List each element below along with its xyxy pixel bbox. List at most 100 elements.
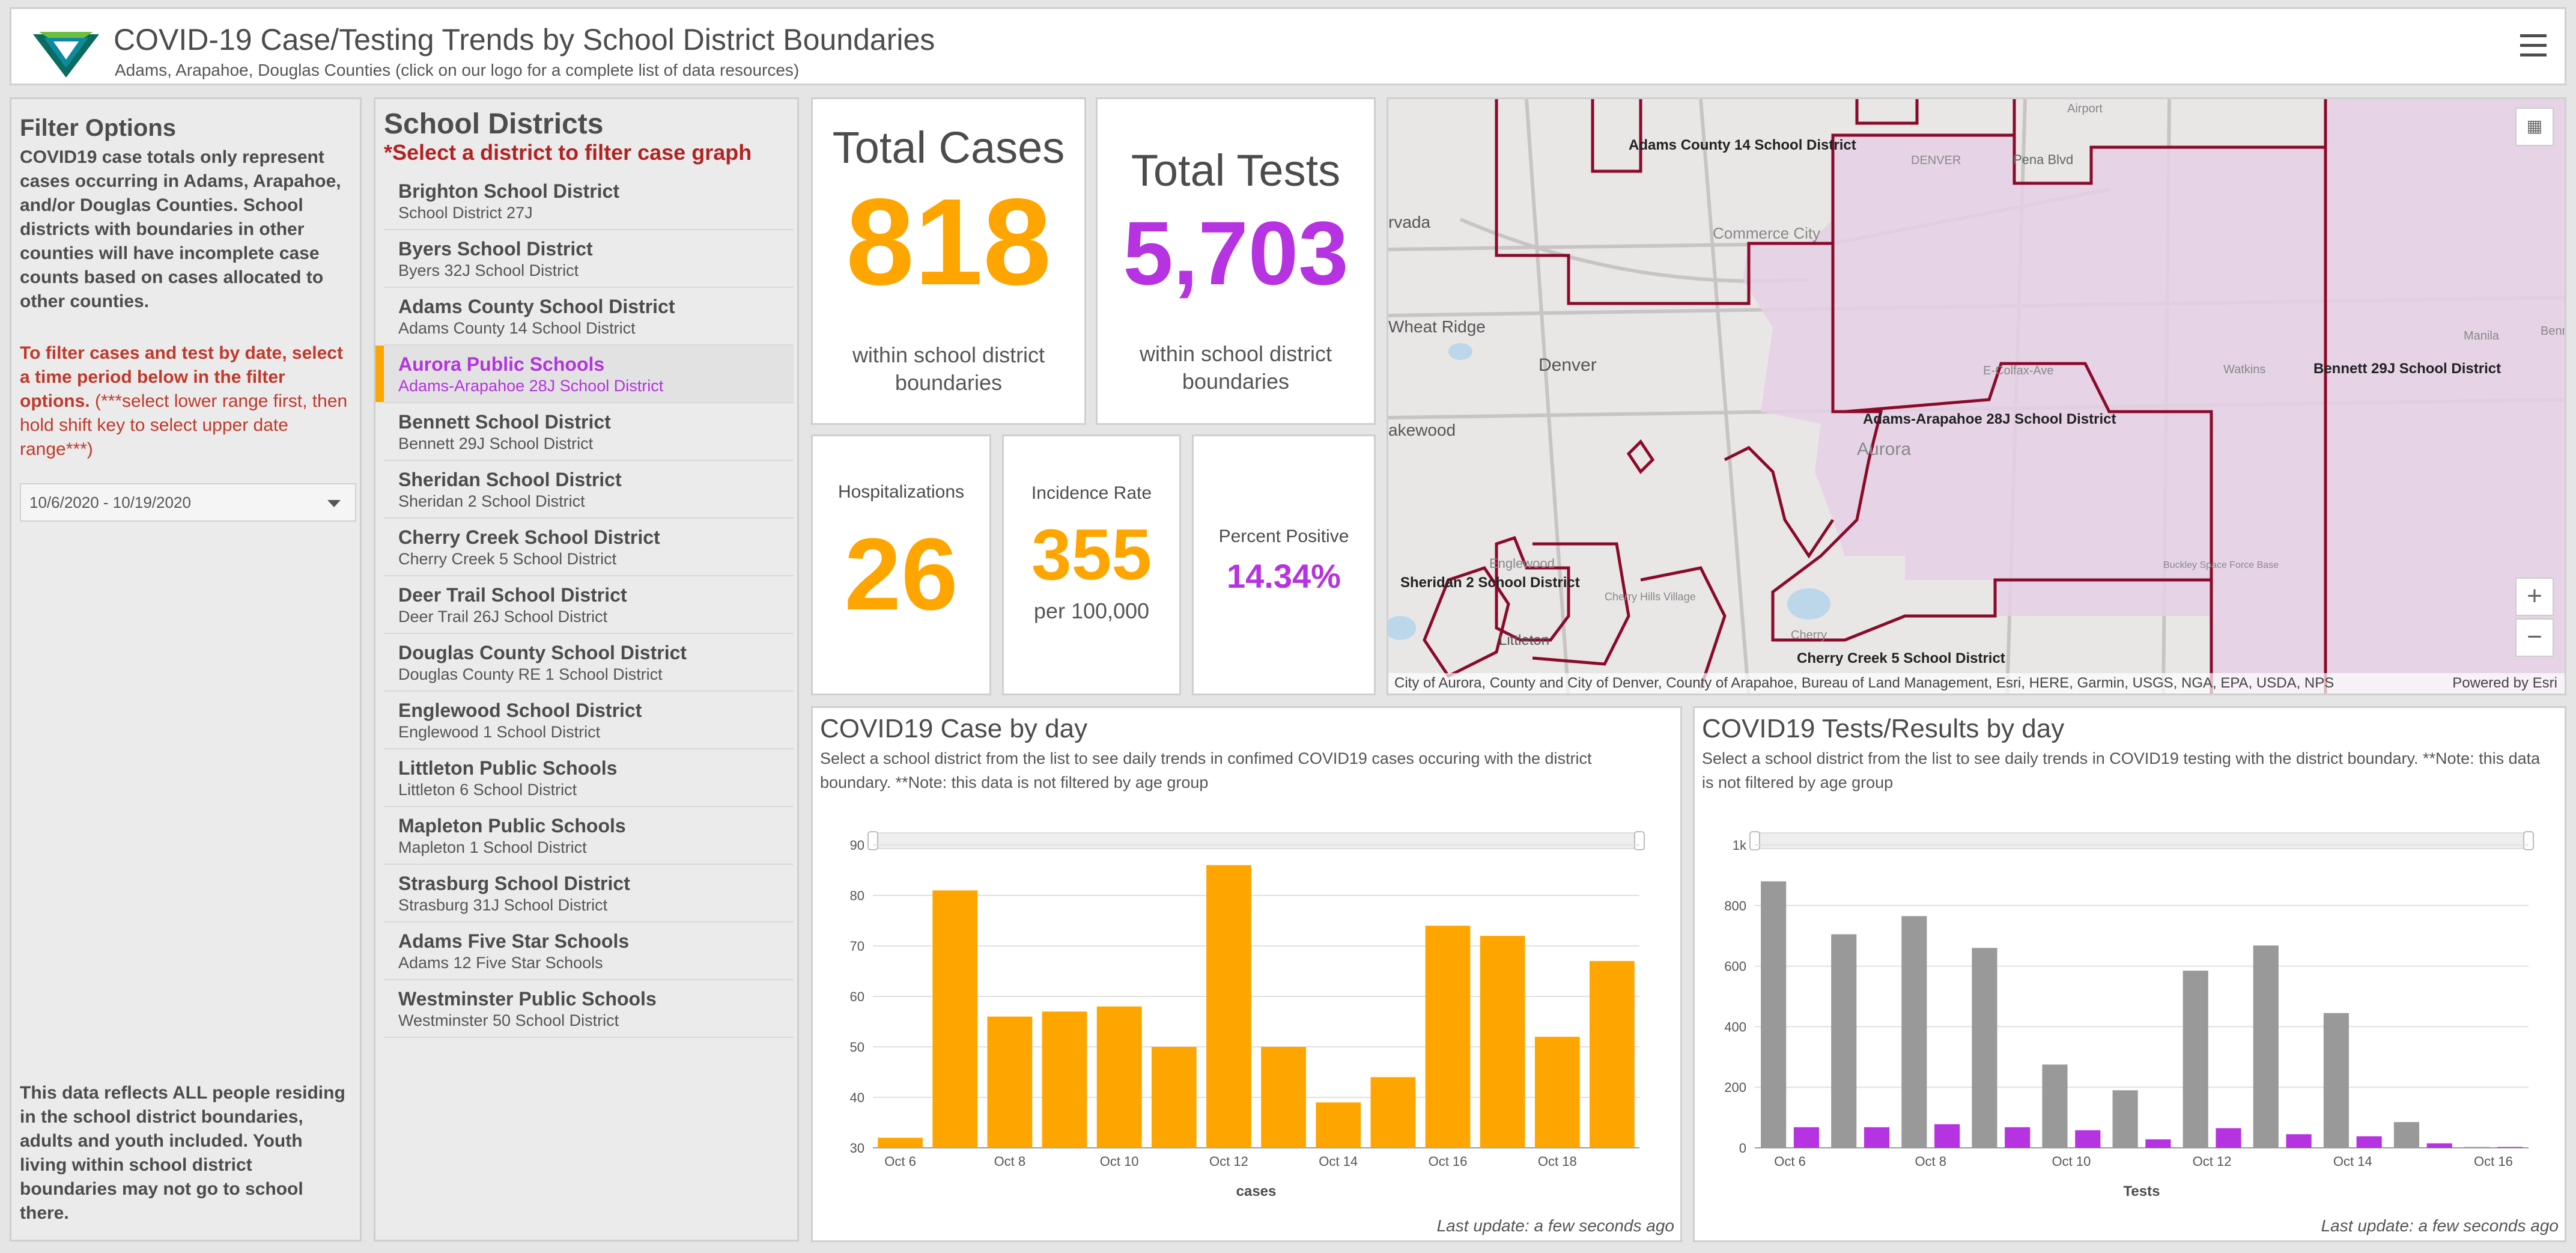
- district-item[interactable]: Brighton School District School District …: [384, 172, 794, 230]
- tests-chart-update: Last update: a few seconds ago: [2321, 1216, 2559, 1235]
- filter-title: Filter Options: [20, 115, 176, 141]
- district-item[interactable]: Westminster Public Schools Westminster 50…: [384, 980, 794, 1038]
- districts-title: School Districts: [384, 108, 604, 140]
- bar: [1096, 1006, 1142, 1148]
- map-powered-by[interactable]: Powered by Esri: [2452, 673, 2557, 694]
- x-tick-label: Oct 12: [1209, 1154, 1248, 1169]
- district-item[interactable]: Cherry Creek School District Cherry Creek…: [384, 519, 794, 576]
- tests-chart-panel: COVID19 Tests/Results by day Select a sc…: [1693, 706, 2566, 1242]
- district-item[interactable]: Deer Trail School District Deer Trail 26J…: [384, 576, 794, 634]
- total-tests-value: 5,703: [1123, 203, 1349, 303]
- district-subtitle: School District 27J: [398, 204, 533, 222]
- y-tick-label: 400: [1724, 1019, 1746, 1034]
- district-item[interactable]: Aurora Public Schools Adams-Arapahoe 28J …: [375, 346, 794, 403]
- incidence-rate-title: Incidence Rate: [1031, 483, 1152, 503]
- y-tick-label: 0: [1739, 1141, 1746, 1156]
- map-label-colfax: E-Colfax-Ave: [1983, 364, 2053, 377]
- district-map[interactable]: Adams County 14 School District Adams-Ar…: [1387, 97, 2566, 695]
- map-canvas[interactable]: Adams County 14 School District Adams-Ar…: [1388, 99, 2566, 695]
- district-item[interactable]: Byers School District Byers 32J School Di…: [384, 230, 794, 288]
- hamburger-menu-icon[interactable]: [2520, 34, 2547, 58]
- range-slider-handle[interactable]: [2523, 831, 2534, 850]
- range-slider-handle[interactable]: [867, 831, 878, 850]
- range-slider[interactable]: [1751, 832, 2533, 849]
- map-label-littleton: Littleton: [1499, 632, 1549, 648]
- tri-county-health-logo-icon[interactable]: [33, 26, 99, 78]
- app-header: COVID-19 Case/Testing Trends by School D…: [10, 7, 2566, 85]
- bar: [2393, 1122, 2420, 1148]
- map-label-denver-small: DENVER: [1911, 154, 1961, 167]
- district-subtitle: Englewood 1 School District: [398, 723, 601, 741]
- bar: [2253, 945, 2279, 1148]
- bar: [1425, 925, 1471, 1148]
- bar: [1972, 948, 1997, 1148]
- x-axis-label: Tests: [2124, 1183, 2160, 1200]
- map-label-adams14: Adams County 14 School District: [1629, 137, 1856, 153]
- district-item[interactable]: Bennett School District Bennett 29J Schoo…: [384, 403, 794, 461]
- filter-description: COVID19 case totals only represent cases…: [20, 147, 341, 311]
- district-subtitle: Littleton 6 School District: [398, 781, 577, 799]
- range-slider-handle[interactable]: [1634, 831, 1645, 850]
- x-tick-label: Oct 10: [2052, 1154, 2091, 1169]
- x-tick-label: Oct 10: [1100, 1154, 1139, 1169]
- school-districts-panel: School Districts *Select a district to f…: [374, 97, 799, 1242]
- incidence-rate-value: 355: [1031, 514, 1152, 595]
- percent-positive-title: Percent Positive: [1218, 526, 1349, 546]
- district-name: Brighton School District: [398, 180, 619, 202]
- map-label-airport: Airport: [2067, 102, 2103, 115]
- zoom-out-button[interactable]: −: [2515, 618, 2554, 657]
- map-label-aurora: Aurora: [1857, 439, 1911, 459]
- zoom-in-button[interactable]: +: [2515, 578, 2554, 616]
- district-name: Englewood School District: [398, 700, 642, 721]
- x-tick-label: Oct 8: [994, 1154, 1026, 1169]
- district-item[interactable]: Littleton Public Schools Littleton 6 Scho…: [384, 749, 794, 807]
- app-title: COVID-19 Case/Testing Trends by School D…: [114, 23, 935, 56]
- map-label-aurora28j: Adams-Arapahoe 28J School District: [1863, 411, 2116, 427]
- bar: [1316, 1102, 1361, 1148]
- map-label-arvada: rvada: [1388, 213, 1430, 231]
- total-cases-title: Total Cases: [832, 123, 1065, 172]
- district-item[interactable]: Sheridan School District Sheridan 2 Schoo…: [384, 461, 794, 519]
- bar: [1590, 961, 1635, 1148]
- district-item[interactable]: Douglas County School District Douglas Co…: [384, 634, 794, 692]
- district-name: Cherry Creek School District: [398, 526, 660, 548]
- bar: [1042, 1011, 1087, 1148]
- x-tick-label: Oct 8: [1915, 1154, 1946, 1169]
- incidence-rate-unit: per 100,000: [1033, 599, 1150, 623]
- total-tests-foot: within school district boundaries: [1139, 341, 1332, 394]
- bar: [1534, 1037, 1580, 1148]
- district-subtitle: Byers 32J School District: [398, 261, 579, 279]
- district-name: Bennett School District: [398, 411, 611, 433]
- x-tick-label: Oct 12: [2193, 1154, 2232, 1169]
- district-name: Byers School District: [398, 238, 593, 260]
- y-tick-label: 50: [850, 1040, 864, 1055]
- x-tick-label: Oct 14: [2333, 1154, 2372, 1169]
- hospitalizations-title: Hospitalizations: [837, 482, 965, 502]
- bar: [987, 1016, 1033, 1148]
- district-subtitle: Deer Trail 26J School District: [398, 608, 608, 626]
- bar: [1831, 934, 1857, 1148]
- map-label-cherrycreek5: Cherry Creek 5 School District: [1797, 650, 2005, 666]
- map-expand-icon[interactable]: ▦: [2515, 108, 2554, 146]
- hospitalizations-indicator: Hospitalizations 26: [811, 434, 991, 695]
- district-item[interactable]: Adams County School District Adams County…: [384, 288, 794, 346]
- total-cases-foot: within school district boundaries: [852, 343, 1045, 395]
- cases-chart-panel: COVID19 Case by day Select a school dist…: [811, 706, 1682, 1242]
- range-slider-handle[interactable]: [1749, 831, 1760, 850]
- date-range-select[interactable]: 10/6/2020 - 10/19/2020: [20, 483, 356, 522]
- percent-positive-indicator: Percent Positive 14.34%: [1192, 434, 1376, 695]
- district-item[interactable]: Mapleton Public Schools Mapleton 1 School…: [384, 807, 794, 865]
- y-tick-label: 800: [1724, 898, 1746, 913]
- district-item[interactable]: Adams Five Star Schools Adams 12 Five Sta…: [384, 922, 794, 980]
- district-item[interactable]: Strasburg School District Strasburg 31J S…: [384, 865, 794, 922]
- district-subtitle: Bennett 29J School District: [398, 434, 594, 453]
- bar: [2145, 1139, 2171, 1148]
- bar: [2075, 1130, 2101, 1148]
- y-tick-label: 70: [850, 939, 864, 954]
- hospitalizations-value: 26: [844, 517, 958, 632]
- range-slider[interactable]: [869, 832, 1644, 849]
- cases-chart-update: Last update: a few seconds ago: [1436, 1216, 1674, 1235]
- district-item[interactable]: Englewood School District Englewood 1 Sch…: [384, 692, 794, 749]
- x-tick-label: Oct 16: [2474, 1154, 2513, 1169]
- bar: [2042, 1064, 2068, 1148]
